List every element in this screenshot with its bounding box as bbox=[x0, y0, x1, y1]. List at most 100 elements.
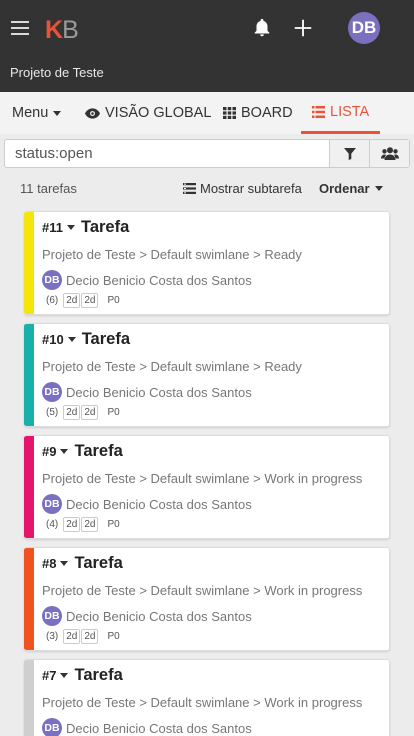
task-path: Projeto de Teste > Default swimlane > Wo… bbox=[42, 583, 363, 598]
tasks-icon bbox=[183, 183, 196, 194]
filter-button[interactable] bbox=[329, 140, 369, 167]
time-estimated-badge: 2d bbox=[63, 293, 81, 308]
tab-board-label: BOARD bbox=[241, 105, 293, 121]
task-priority: P0 bbox=[107, 631, 120, 642]
task-id-dropdown[interactable]: #10 bbox=[42, 332, 82, 347]
task-color-stripe bbox=[24, 660, 34, 736]
task-assignee: DB Decio Benicio Costa dos Santos bbox=[42, 382, 252, 402]
assignee-avatar: DB bbox=[42, 494, 62, 514]
task-assignee: DB Decio Benicio Costa dos Santos bbox=[42, 270, 252, 290]
assignee-name: Decio Benicio Costa dos Santos bbox=[66, 608, 252, 624]
tab-global-label: VISÃO GLOBAL bbox=[105, 105, 212, 121]
task-assignee: DB Decio Benicio Costa dos Santos bbox=[42, 606, 252, 626]
task-title-link[interactable]: Tarefa bbox=[74, 554, 122, 573]
task-count: 11 tarefas bbox=[20, 181, 77, 196]
task-title-link[interactable]: Tarefa bbox=[74, 442, 122, 461]
assignee-name: Decio Benicio Costa dos Santos bbox=[66, 720, 252, 736]
task-id: #10 bbox=[42, 332, 64, 347]
task-header: #9 Tarefa bbox=[42, 442, 123, 461]
time-spent-badge: 2d bbox=[81, 405, 99, 420]
task-assignee: DB Decio Benicio Costa dos Santos bbox=[42, 718, 252, 736]
task-priority: P0 bbox=[107, 519, 120, 530]
project-title: Projeto de Teste bbox=[10, 65, 104, 80]
view-tabs: Menu VISÃO GLOBAL BOARD LISTA bbox=[0, 92, 414, 134]
chevron-down-icon bbox=[53, 110, 62, 116]
task-card[interactable]: #11 Tarefa Projeto de Teste > Default sw… bbox=[24, 211, 390, 315]
task-position: (3) bbox=[46, 631, 59, 642]
bell-icon[interactable] bbox=[251, 17, 273, 39]
tab-board[interactable]: BOARD bbox=[223, 92, 293, 134]
assignee-avatar: DB bbox=[42, 270, 62, 290]
task-id: #8 bbox=[42, 556, 57, 571]
task-header: #10 Tarefa bbox=[42, 330, 130, 349]
task-title-link[interactable]: Tarefa bbox=[82, 330, 130, 349]
time-spent-badge: 2d bbox=[81, 517, 99, 532]
top-bar: KB DB Projeto de Teste bbox=[0, 0, 414, 92]
task-title-link[interactable]: Tarefa bbox=[74, 666, 122, 685]
plus-icon[interactable] bbox=[292, 17, 314, 39]
assignee-name: Decio Benicio Costa dos Santos bbox=[66, 384, 252, 400]
task-meta: (4) 2d 2d P0 bbox=[46, 517, 120, 532]
users-icon bbox=[380, 147, 399, 160]
hamburger-menu-icon[interactable] bbox=[11, 21, 29, 35]
task-header: #11 Tarefa bbox=[42, 218, 129, 237]
funnel-icon bbox=[343, 147, 356, 160]
chevron-down-icon bbox=[374, 186, 383, 191]
task-id: #11 bbox=[42, 220, 63, 235]
show-subtasks-label: Mostrar subtarefa bbox=[200, 181, 302, 196]
task-id-dropdown[interactable]: #11 bbox=[42, 220, 81, 235]
task-meta: (6) 2d 2d P0 bbox=[46, 293, 120, 308]
task-position: (6) bbox=[46, 295, 59, 306]
task-title-link[interactable]: Tarefa bbox=[81, 218, 129, 237]
time-estimated-badge: 2d bbox=[63, 517, 81, 532]
time-spent-badge: 2d bbox=[81, 629, 99, 644]
tab-list[interactable]: LISTA bbox=[301, 92, 380, 134]
kanboard-logo[interactable]: KB bbox=[45, 16, 79, 45]
show-subtasks-toggle[interactable]: Mostrar subtarefa bbox=[183, 181, 302, 196]
task-card[interactable]: #7 Tarefa Projeto de Teste > Default swi… bbox=[24, 659, 390, 736]
task-color-stripe bbox=[24, 548, 34, 650]
task-position: (5) bbox=[46, 407, 59, 418]
filter-bar bbox=[4, 139, 410, 168]
time-estimated-badge: 2d bbox=[63, 629, 81, 644]
task-card[interactable]: #10 Tarefa Projeto de Teste > Default sw… bbox=[24, 323, 390, 427]
user-avatar[interactable]: DB bbox=[348, 12, 380, 44]
grid-icon bbox=[223, 107, 236, 119]
assignee-avatar: DB bbox=[42, 718, 62, 736]
task-priority: P0 bbox=[107, 295, 120, 306]
task-path: Projeto de Teste > Default swimlane > Wo… bbox=[42, 471, 363, 486]
chevron-down-icon bbox=[60, 561, 69, 566]
task-path: Projeto de Teste > Default swimlane > Re… bbox=[42, 247, 302, 262]
task-header: #7 Tarefa bbox=[42, 666, 123, 685]
chevron-down-icon bbox=[60, 449, 69, 454]
tab-menu[interactable]: Menu bbox=[12, 92, 62, 134]
chevron-down-icon bbox=[60, 673, 69, 678]
task-id-dropdown[interactable]: #7 bbox=[42, 668, 74, 683]
users-filter-button[interactable] bbox=[369, 140, 409, 167]
task-path: Projeto de Teste > Default swimlane > Re… bbox=[42, 359, 302, 374]
task-position: (4) bbox=[46, 519, 59, 530]
task-id-dropdown[interactable]: #9 bbox=[42, 444, 74, 459]
task-id-dropdown[interactable]: #8 bbox=[42, 556, 74, 571]
assignee-name: Decio Benicio Costa dos Santos bbox=[66, 272, 252, 288]
task-meta: (3) 2d 2d P0 bbox=[46, 629, 120, 644]
assignee-avatar: DB bbox=[42, 606, 62, 626]
task-card[interactable]: #9 Tarefa Projeto de Teste > Default swi… bbox=[24, 435, 390, 539]
task-path: Projeto de Teste > Default swimlane > Wo… bbox=[42, 695, 363, 710]
tab-menu-label: Menu bbox=[12, 105, 49, 121]
task-color-stripe bbox=[24, 436, 34, 538]
eye-icon bbox=[85, 107, 100, 119]
chevron-down-icon bbox=[67, 337, 76, 342]
task-id: #9 bbox=[42, 444, 57, 459]
tab-list-label: LISTA bbox=[330, 103, 370, 120]
task-card[interactable]: #8 Tarefa Projeto de Teste > Default swi… bbox=[24, 547, 390, 651]
sort-label: Ordenar bbox=[319, 181, 370, 196]
task-color-stripe bbox=[24, 324, 34, 426]
sort-dropdown[interactable]: Ordenar bbox=[319, 181, 383, 196]
tab-global-view[interactable]: VISÃO GLOBAL bbox=[85, 92, 211, 134]
filter-input[interactable] bbox=[5, 140, 329, 167]
task-assignee: DB Decio Benicio Costa dos Santos bbox=[42, 494, 252, 514]
assignee-name: Decio Benicio Costa dos Santos bbox=[66, 496, 252, 512]
task-color-stripe bbox=[24, 212, 34, 314]
chevron-down-icon bbox=[66, 225, 75, 230]
